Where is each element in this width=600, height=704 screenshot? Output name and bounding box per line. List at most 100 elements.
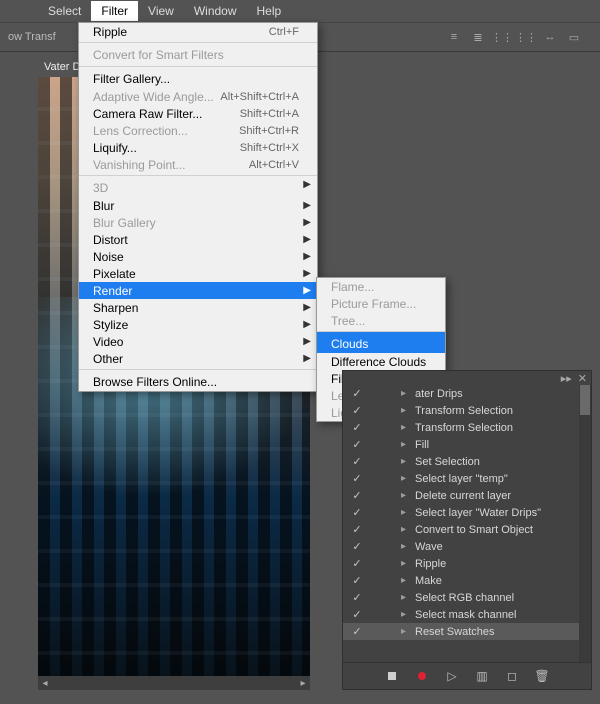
menu-item-label: Vanishing Point... [93, 158, 249, 172]
scroll-left-icon[interactable]: ◂ [38, 676, 52, 690]
action-row[interactable]: ✓▸Delete current layer [343, 487, 591, 504]
spacing-icon[interactable]: ↔ [542, 29, 558, 45]
menu-item-clouds[interactable]: Clouds [317, 331, 445, 353]
expand-icon[interactable]: ▸ [401, 626, 415, 637]
distribute-icon-2[interactable]: ⋮⋮ [518, 29, 534, 45]
action-row[interactable]: ✓▸Select layer "temp" [343, 470, 591, 487]
menu-view[interactable]: View [138, 1, 184, 21]
action-label: Convert to Smart Object [415, 524, 591, 536]
menu-filter[interactable]: Filter [91, 1, 138, 21]
expand-icon[interactable]: ▸ [401, 439, 415, 450]
play-icon[interactable]: ▷ [445, 669, 459, 683]
expand-icon[interactable]: ▸ [401, 592, 415, 603]
panel-vscroll[interactable] [579, 385, 591, 663]
check-icon[interactable]: ✓ [343, 421, 371, 434]
menubar: SelectFilterViewWindowHelp [0, 0, 291, 22]
scroll-thumb[interactable] [580, 385, 590, 415]
menu-window[interactable]: Window [184, 1, 247, 21]
action-row[interactable]: ✓▸Transform Selection [343, 419, 591, 436]
action-row[interactable]: ✓▸Reset Swatches [343, 623, 591, 640]
record-icon[interactable] [415, 669, 429, 683]
menu-item-pixelate[interactable]: Pixelate▶ [79, 265, 317, 282]
action-row[interactable]: ✓▸Make [343, 572, 591, 589]
expand-icon[interactable]: ▸ [401, 456, 415, 467]
submenu-arrow-icon: ▶ [303, 319, 311, 330]
menu-item-flame: Flame... [317, 278, 445, 295]
menu-help[interactable]: Help [247, 1, 292, 21]
menu-item-render[interactable]: Render▶ [79, 282, 317, 299]
action-row[interactable]: ✓ ▸Convert to Smart Object [343, 521, 591, 538]
menu-item-blur[interactable]: Blur▶ [79, 197, 317, 214]
expand-icon[interactable]: ▸ [401, 558, 415, 569]
stop-icon[interactable] [385, 669, 399, 683]
align-icon-2[interactable]: ≣ [470, 29, 486, 45]
check-icon[interactable]: ✓ [343, 540, 371, 553]
menu-shortcut: Shift+Ctrl+X [240, 142, 299, 154]
menu-item-lens-correction: Lens Correction...Shift+Ctrl+R [79, 122, 317, 139]
menu-item-picture-frame: Picture Frame... [317, 295, 445, 312]
menu-item-camera-raw-filter[interactable]: Camera Raw Filter...Shift+Ctrl+A [79, 105, 317, 122]
check-icon[interactable]: ✓ [343, 591, 371, 604]
expand-icon[interactable]: ▸ [401, 388, 415, 399]
menu-item-stylize[interactable]: Stylize▶ [79, 316, 317, 333]
expand-icon[interactable]: ▸ [401, 524, 415, 535]
menu-shortcut: Alt+Ctrl+V [249, 159, 299, 171]
check-icon[interactable]: ✓ [343, 608, 371, 621]
expand-icon[interactable]: ▸ [401, 541, 415, 552]
menu-shortcut: Shift+Ctrl+R [239, 125, 299, 137]
expand-icon[interactable]: ▸ [401, 507, 415, 518]
canvas-hscroll[interactable]: ◂ ▸ [38, 676, 310, 690]
check-icon[interactable]: ✓ [343, 404, 371, 417]
action-row[interactable]: ✓▸Ripple [343, 555, 591, 572]
mode-icon[interactable]: ▭ [566, 29, 582, 45]
action-row[interactable]: ✓▸Select mask channel [343, 606, 591, 623]
check-icon[interactable]: ✓ [343, 455, 371, 468]
action-row[interactable]: ✓▸Transform Selection [343, 402, 591, 419]
check-icon[interactable]: ✓ [343, 489, 371, 502]
scroll-right-icon[interactable]: ▸ [296, 676, 310, 690]
expand-icon[interactable]: ▸ [401, 575, 415, 586]
action-row[interactable]: ✓ ▸Select layer "Water Drips" [343, 504, 591, 521]
submenu-arrow-icon: ▶ [303, 285, 311, 296]
menu-item-ripple[interactable]: RippleCtrl+F [79, 23, 317, 40]
action-row[interactable]: ✓▸Set Selection [343, 453, 591, 470]
expand-icon[interactable]: ▸ [401, 473, 415, 484]
menu-item-noise[interactable]: Noise▶ [79, 248, 317, 265]
check-icon[interactable]: ✓ [343, 506, 371, 519]
check-icon[interactable]: ✓ [343, 472, 371, 485]
action-label: Select layer "Water Drips" [415, 507, 591, 519]
check-icon[interactable]: ✓ [343, 387, 371, 400]
close-icon[interactable]: ✕ [578, 372, 587, 385]
action-row[interactable]: ✓▸Wave [343, 538, 591, 555]
menu-select[interactable]: Select [38, 1, 91, 21]
check-icon[interactable]: ✓ [343, 625, 371, 638]
action-row[interactable]: ✓▸Select RGB channel [343, 589, 591, 606]
action-row[interactable]: ✓▸Fill [343, 436, 591, 453]
menu-item-other[interactable]: Other▶ [79, 350, 317, 367]
menu-item-label: 3D [93, 181, 299, 195]
menu-item-video[interactable]: Video▶ [79, 333, 317, 350]
menu-item-difference-clouds[interactable]: Difference Clouds [317, 353, 445, 370]
menu-item-filter-gallery[interactable]: Filter Gallery... [79, 66, 317, 88]
menu-item-distort[interactable]: Distort▶ [79, 231, 317, 248]
check-icon[interactable]: ✓ [343, 523, 371, 536]
folder-icon[interactable]: ▥ [475, 669, 489, 683]
trash-icon[interactable]: 🗑 [535, 669, 549, 683]
menu-item-sharpen[interactable]: Sharpen▶ [79, 299, 317, 316]
collapse-icon[interactable]: ▸▸ [561, 372, 572, 385]
action-row[interactable]: ✓▸ater Drips [343, 385, 591, 402]
menu-item-label: Noise [93, 250, 299, 264]
expand-icon[interactable]: ▸ [401, 405, 415, 416]
menu-item-browse-filters-online[interactable]: Browse Filters Online... [79, 369, 317, 391]
check-icon[interactable]: ✓ [343, 557, 371, 570]
menu-item-liquify[interactable]: Liquify...Shift+Ctrl+X [79, 139, 317, 156]
new-icon[interactable]: ◻ [505, 669, 519, 683]
menu-item-label: Ripple [93, 25, 269, 39]
check-icon[interactable]: ✓ [343, 438, 371, 451]
expand-icon[interactable]: ▸ [401, 422, 415, 433]
check-icon[interactable]: ✓ [343, 574, 371, 587]
expand-icon[interactable]: ▸ [401, 609, 415, 620]
distribute-icon[interactable]: ⋮⋮ [494, 29, 510, 45]
expand-icon[interactable]: ▸ [401, 490, 415, 501]
align-icon[interactable]: ≡ [446, 29, 462, 45]
